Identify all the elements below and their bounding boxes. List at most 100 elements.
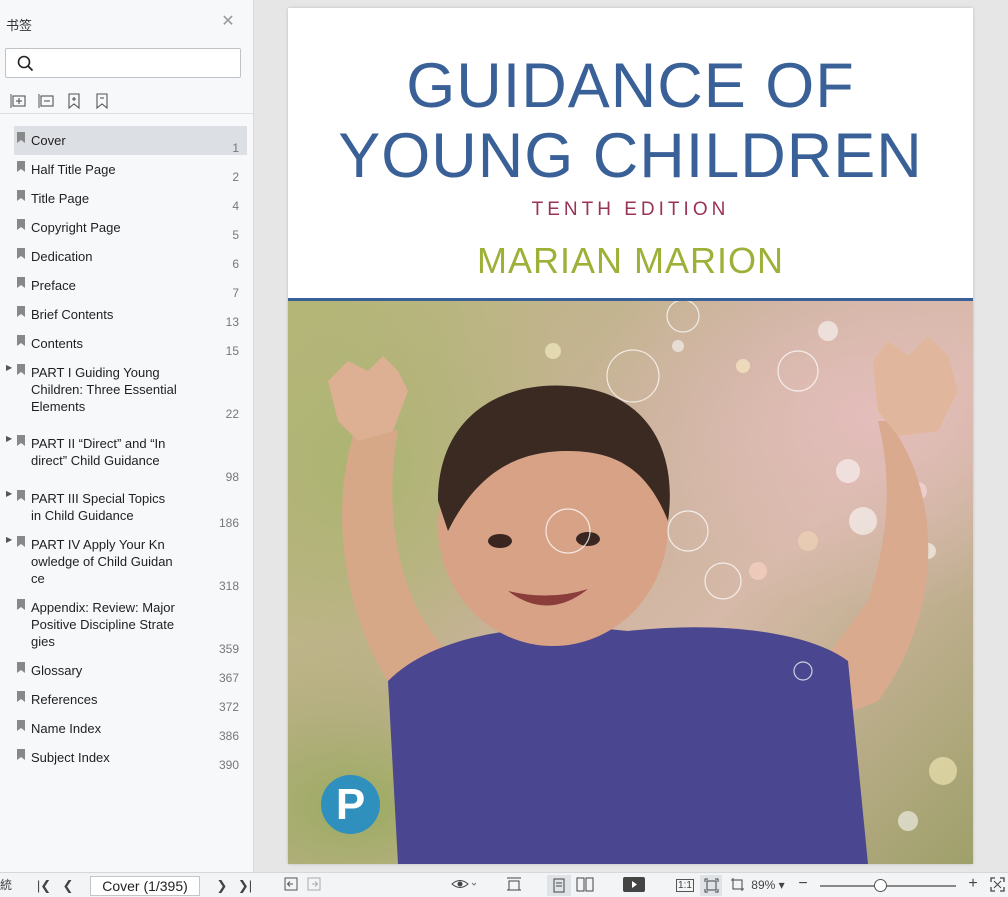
bookmark-flag-icon bbox=[17, 219, 25, 230]
bookmark-item[interactable]: Dedication 6 bbox=[14, 242, 247, 271]
bookmark-label: References bbox=[31, 692, 98, 707]
add-bookmark-icon[interactable] bbox=[65, 92, 83, 110]
bookmark-page-number: 386 bbox=[218, 729, 239, 743]
bookmark-flag-icon bbox=[17, 720, 25, 731]
bookmark-search-input[interactable] bbox=[40, 53, 235, 73]
bookmark-item[interactable]: Title Page 4 bbox=[14, 184, 247, 213]
first-page-icon[interactable]: |❮ bbox=[36, 877, 52, 894]
collapse-all-icon[interactable] bbox=[38, 92, 56, 110]
cover-author: MARIAN MARION bbox=[476, 240, 784, 281]
zoom-slider-track[interactable] bbox=[820, 885, 956, 887]
bookmark-flag-icon bbox=[17, 190, 25, 201]
cover-edition: TENTH EDITION bbox=[531, 199, 730, 220]
bookmark-item[interactable]: Name Index 386 bbox=[14, 714, 247, 743]
bookmark-page-number: 372 bbox=[218, 700, 239, 714]
bookmark-panel-header: 书签 ✕ bbox=[0, 0, 254, 44]
actual-size-icon[interactable]: 1:1 bbox=[676, 877, 694, 894]
bookmark-page-number: 5 bbox=[232, 228, 239, 242]
bookmark-label: Contents bbox=[31, 336, 84, 351]
fit-page-icon[interactable] bbox=[700, 875, 722, 896]
bookmark-label: PART II “Direct” and “In direct” Child G… bbox=[31, 436, 166, 468]
expand-arrow-icon[interactable]: ▶ bbox=[6, 535, 14, 545]
bookmark-item[interactable]: ▶ PART II “Direct” and “In direct” Child… bbox=[6, 429, 247, 484]
bookmark-label: PART III Special Topics in Child Guidanc… bbox=[31, 491, 166, 523]
expand-arrow-icon[interactable]: ▶ bbox=[6, 489, 14, 499]
bookmark-flag-icon bbox=[17, 662, 25, 673]
bookmark-item[interactable]: ▶ PART I Guiding Young Children: Three E… bbox=[6, 358, 247, 421]
document-viewer[interactable]: GUIDANCE OF YOUNG CHILDREN TENTH EDITION… bbox=[255, 0, 1008, 872]
fullscreen-icon[interactable] bbox=[989, 877, 1005, 894]
zoom-slider-thumb[interactable] bbox=[874, 879, 887, 892]
bookmark-item[interactable]: ▶ PART IV Apply Your Kn owledge of Child… bbox=[6, 530, 247, 593]
cover-title-line2: YOUNG CHILDREN bbox=[338, 121, 923, 191]
single-page-icon[interactable] bbox=[547, 875, 571, 896]
bookmark-item[interactable]: ▶ PART III Special Topics in Child Guida… bbox=[6, 484, 247, 530]
zoom-out-icon[interactable]: − bbox=[796, 875, 810, 892]
bookmark-page-number: 7 bbox=[232, 286, 239, 300]
bookmark-page-number: 367 bbox=[218, 671, 239, 685]
bookmark-flag-icon bbox=[17, 335, 25, 346]
bookmark-label: PART I Guiding Young Children: Three Ess… bbox=[31, 365, 177, 414]
expand-arrow-icon[interactable]: ▶ bbox=[6, 363, 14, 373]
bookmark-flag-icon bbox=[17, 490, 25, 501]
bookmark-label: PART IV Apply Your Kn owledge of Child G… bbox=[31, 537, 173, 586]
bookmark-page-number: 186 bbox=[218, 516, 239, 530]
bookmark-item[interactable]: Preface 7 bbox=[14, 271, 247, 300]
bookmark-label: Glossary bbox=[31, 663, 83, 678]
bookmark-item[interactable]: Contents 15 bbox=[14, 329, 247, 358]
bookmark-label: Copyright Page bbox=[31, 220, 121, 235]
bookmark-item[interactable]: Glossary 367 bbox=[14, 656, 247, 685]
forward-icon[interactable] bbox=[306, 877, 322, 894]
bookmark-page-number: 6 bbox=[232, 257, 239, 271]
close-icon[interactable]: ✕ bbox=[220, 14, 236, 30]
bookmark-label: Name Index bbox=[31, 721, 102, 736]
bookmark-icon[interactable] bbox=[93, 92, 111, 110]
bookmark-page-number: 22 bbox=[225, 407, 239, 421]
bookmark-item[interactable]: Appendix: Review: Major Positive Discipl… bbox=[14, 593, 247, 656]
bookmark-label: Title Page bbox=[31, 191, 90, 206]
bookmark-item[interactable]: References 372 bbox=[14, 685, 247, 714]
actual-size-label: 1:1 bbox=[676, 879, 694, 892]
last-page-icon[interactable]: ❯| bbox=[236, 877, 254, 894]
bookmark-search-box[interactable] bbox=[5, 48, 241, 78]
zoom-level-value: 89% bbox=[751, 878, 776, 892]
bookmark-flag-icon bbox=[17, 277, 25, 288]
bookmark-label: Appendix: Review: Major Positive Discipl… bbox=[31, 600, 175, 649]
expand-arrow-icon[interactable]: ▶ bbox=[6, 434, 14, 444]
two-page-icon[interactable] bbox=[575, 877, 595, 894]
bookmark-flag-icon bbox=[17, 599, 25, 610]
bottom-toolbar: 統 |❮ ❮ Cover (1/395) ❯ ❯| 1:1 89% ▾ − + bbox=[0, 872, 1008, 897]
back-icon[interactable] bbox=[283, 877, 299, 894]
bookmark-label: Preface bbox=[31, 278, 76, 293]
eye-mode-icon[interactable] bbox=[450, 877, 478, 894]
bookmark-panel: 书签 ✕ Cover 1 Half Title Page 2 Title Pag… bbox=[0, 0, 254, 872]
play-slideshow-icon[interactable] bbox=[622, 877, 646, 894]
next-page-icon[interactable]: ❯ bbox=[214, 877, 230, 894]
bookmark-item[interactable]: Copyright Page 5 bbox=[14, 213, 247, 242]
bookmark-page-number: 359 bbox=[218, 642, 239, 656]
bookmark-item[interactable]: Subject Index 390 bbox=[14, 743, 247, 772]
fit-width-icon[interactable] bbox=[505, 877, 523, 894]
expand-all-icon[interactable] bbox=[10, 92, 28, 110]
pearson-logo: P bbox=[321, 775, 380, 834]
bookmark-flag-icon bbox=[17, 306, 25, 317]
zoom-level-dropdown[interactable]: 89% ▾ bbox=[748, 877, 788, 894]
bookmark-toolbar bbox=[0, 88, 254, 114]
bookmark-item[interactable]: Brief Contents 13 bbox=[14, 300, 247, 329]
bookmark-page-number: 318 bbox=[218, 579, 239, 593]
cut-off-label: 統 bbox=[0, 878, 13, 892]
crop-icon[interactable] bbox=[729, 877, 745, 894]
zoom-in-icon[interactable]: + bbox=[966, 875, 980, 892]
bookmark-flag-icon bbox=[17, 691, 25, 702]
bookmark-page-number: 15 bbox=[225, 344, 239, 358]
bookmark-page-number: 390 bbox=[218, 758, 239, 772]
cover-photo-child-with-bubbles: P bbox=[288, 301, 973, 864]
bookmark-page-number: 4 bbox=[232, 199, 239, 213]
page-number-input[interactable]: Cover (1/395) bbox=[90, 876, 200, 896]
bookmark-panel-title: 书签 bbox=[6, 18, 33, 33]
bookmark-label: Half Title Page bbox=[31, 162, 116, 177]
bookmark-item[interactable]: Cover 1 bbox=[14, 126, 247, 155]
cover-illustration bbox=[328, 301, 958, 864]
bookmark-item[interactable]: Half Title Page 2 bbox=[14, 155, 247, 184]
prev-page-icon[interactable]: ❮ bbox=[60, 877, 76, 894]
